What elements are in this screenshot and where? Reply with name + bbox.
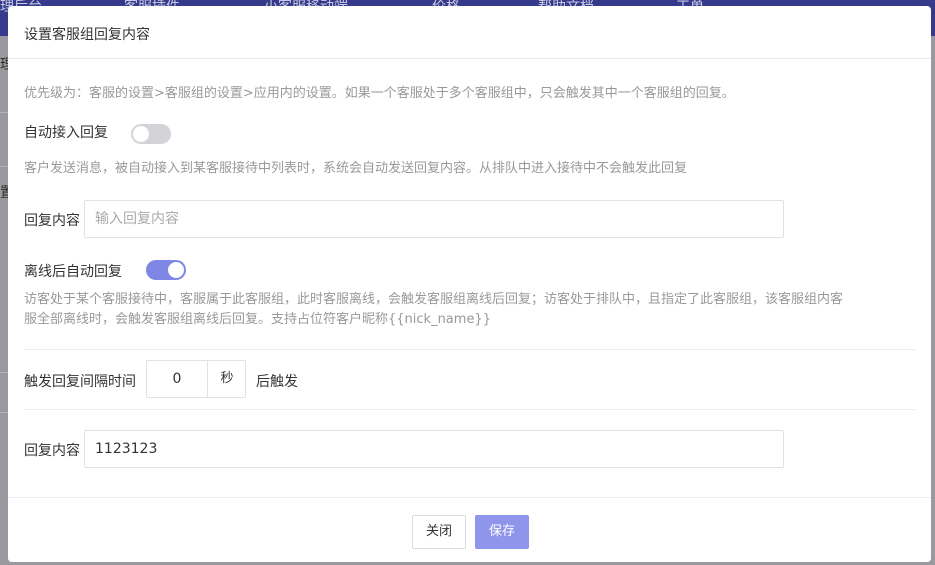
auto-accept-toggle[interactable]	[131, 124, 171, 144]
auto-accept-content-input[interactable]	[84, 200, 784, 238]
offline-content-input[interactable]	[84, 430, 784, 468]
offline-description-line2: 服全部离线时，会触发客服组离线后回复。支持占位符客户昵称{{nick_name}…	[24, 312, 491, 327]
interval-value[interactable]: 0	[147, 361, 207, 397]
dialog-header: 设置客服组回复内容	[8, 6, 931, 59]
priority-hint: 优先级为：客服的设置>客服组的设置>应用内的设置。如果一个客服处于多个客服组中，…	[24, 86, 735, 101]
interval-suffix: 后触发	[256, 374, 298, 390]
section-divider	[24, 409, 916, 410]
interval-unit: 秒	[207, 361, 246, 397]
dialog-title: 设置客服组回复内容	[24, 27, 150, 43]
auto-accept-content-label: 回复内容	[24, 213, 80, 229]
offline-auto-label: 离线后自动回复	[24, 264, 122, 280]
offline-content-label: 回复内容	[24, 443, 80, 459]
reply-settings-dialog: 设置客服组回复内容 优先级为：客服的设置>客服组的设置>应用内的设置。如果一个客…	[8, 6, 931, 562]
interval-stepper[interactable]: 0 秒	[146, 360, 246, 398]
offline-description-line1: 访客处于某个客服接待中，客服属于此客服组，此时客服离线，会触发客服组离线后回复；…	[24, 292, 844, 307]
close-button[interactable]: 关闭	[412, 515, 466, 549]
save-button[interactable]: 保存	[475, 515, 529, 549]
auto-accept-label: 自动接入回复	[24, 125, 108, 141]
section-divider	[24, 349, 916, 350]
auto-accept-description: 客户发送消息，被自动接入到某客服接待中列表时，系统会自动发送回复内容。从排队中进…	[24, 161, 688, 176]
offline-auto-toggle[interactable]	[146, 260, 186, 280]
interval-label: 触发回复间隔时间	[24, 374, 136, 390]
toggle-knob	[133, 126, 149, 142]
dialog-footer: 关闭 保存	[8, 497, 931, 562]
toggle-knob	[168, 262, 184, 278]
